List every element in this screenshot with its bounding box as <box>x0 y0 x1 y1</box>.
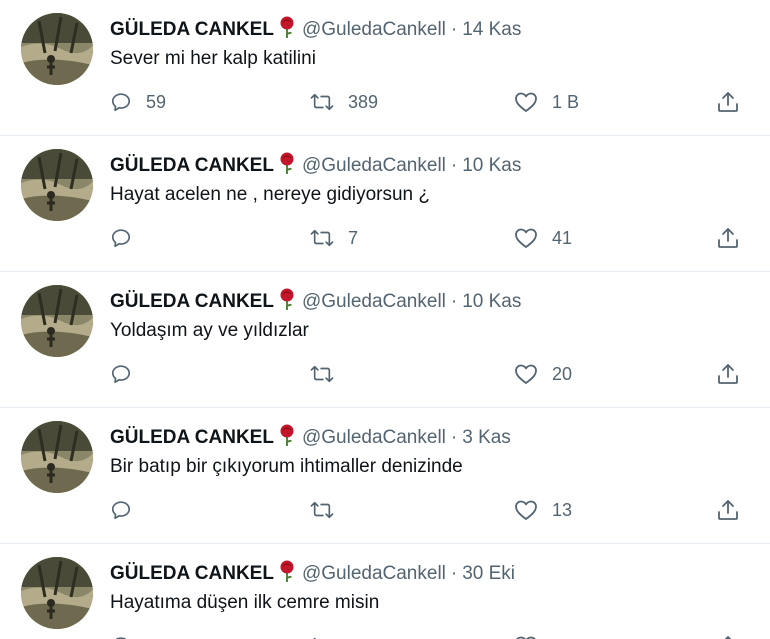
retweet-icon <box>310 499 334 521</box>
like-button[interactable]: 41 <box>514 224 572 252</box>
share-icon <box>716 362 740 386</box>
retweet-count: 7 <box>348 227 359 248</box>
like-button[interactable]: 20 <box>514 360 572 388</box>
heart-icon <box>514 635 538 639</box>
reply-icon <box>110 91 132 113</box>
timestamp[interactable]: 10 Kas <box>462 291 521 312</box>
reply-icon <box>110 363 132 385</box>
retweet-button[interactable]: 389 <box>310 88 378 116</box>
tweet[interactable]: GÜLEDA CANKEL @GuledaCankell · 30 Eki Hayat… <box>0 544 770 639</box>
tweet-actions: 13 <box>0 496 770 524</box>
tweet-header: GÜLEDA CANKEL @GuledaCankell · 10 Kas <box>110 288 521 316</box>
handle[interactable]: @GuledaCankell <box>302 155 446 176</box>
tweet[interactable]: GÜLEDA CANKEL @GuledaCankell · 10 Kas Yolda… <box>0 272 770 408</box>
heart-icon <box>514 363 538 385</box>
share-button[interactable] <box>716 88 740 116</box>
reply-button[interactable] <box>110 496 146 524</box>
like-count: 1 B <box>552 91 580 112</box>
handle[interactable]: @GuledaCankell <box>302 427 446 448</box>
rose-emoji-icon <box>278 16 296 44</box>
tweet-header: GÜLEDA CANKEL @GuledaCankell · 30 Eki <box>110 560 515 588</box>
separator: · <box>450 155 458 176</box>
like-count: 20 <box>552 363 573 384</box>
tweet-text: Hayatıma düşen ilk cemre misin <box>110 592 380 613</box>
tweet-feed: GÜLEDA CANKEL @GuledaCankell · 14 Kas Sever… <box>0 0 770 639</box>
reply-button[interactable] <box>110 360 146 388</box>
tweet-text: Hayat acelen ne , nereye gidiyorsun ¿ <box>110 184 431 205</box>
share-button[interactable] <box>716 360 740 388</box>
tweet-text: Sever mi her kalp katilini <box>110 48 316 69</box>
tweet[interactable]: GÜLEDA CANKEL @GuledaCankell · 14 Kas Sever… <box>0 0 770 136</box>
share-icon <box>716 90 740 114</box>
reply-button[interactable]: 59 <box>110 88 166 116</box>
share-button[interactable] <box>716 224 740 252</box>
retweet-button[interactable] <box>310 496 348 524</box>
reply-button[interactable] <box>110 632 132 639</box>
retweet-icon <box>310 635 334 639</box>
share-button[interactable] <box>716 496 740 524</box>
rose-emoji-icon <box>278 288 296 316</box>
like-button[interactable]: 13 <box>514 496 572 524</box>
avatar[interactable] <box>21 13 93 85</box>
share-icon <box>716 226 740 250</box>
share-icon <box>716 498 740 522</box>
tweet-text: Yoldaşım ay ve yıldızlar <box>110 320 309 341</box>
retweet-button[interactable] <box>310 360 348 388</box>
avatar[interactable] <box>21 285 93 357</box>
reply-icon <box>110 635 132 639</box>
tweet-actions <box>0 632 770 639</box>
tweet[interactable]: GÜLEDA CANKEL @GuledaCankell · 10 Kas Hayat… <box>0 136 770 272</box>
timestamp[interactable]: 14 Kas <box>462 19 521 40</box>
display-name[interactable]: GÜLEDA CANKEL <box>110 563 274 584</box>
tweet-text: Bir batıp bir çıkıyorum ihtimaller deniz… <box>110 456 463 477</box>
display-name[interactable]: GÜLEDA CANKEL <box>110 427 274 448</box>
avatar[interactable] <box>21 557 93 629</box>
like-button[interactable]: 1 B <box>514 88 579 116</box>
display-name[interactable]: GÜLEDA CANKEL <box>110 19 274 40</box>
like-count: 13 <box>552 499 573 520</box>
retweet-icon <box>310 227 334 249</box>
reply-icon <box>110 227 132 249</box>
avatar[interactable] <box>21 421 93 493</box>
rose-emoji-icon <box>278 560 296 588</box>
retweet-count: 389 <box>348 91 379 112</box>
tweet[interactable]: GÜLEDA CANKEL @GuledaCankell · 3 Kas Bir ba… <box>0 408 770 544</box>
heart-icon <box>514 227 538 249</box>
like-count: 41 <box>552 227 573 248</box>
separator: · <box>450 19 458 40</box>
tweet-header: GÜLEDA CANKEL @GuledaCankell · 14 Kas <box>110 16 521 44</box>
display-name[interactable]: GÜLEDA CANKEL <box>110 155 274 176</box>
tweet-actions: 59 389 1 B <box>0 88 770 116</box>
heart-icon <box>514 499 538 521</box>
share-icon <box>716 634 740 639</box>
heart-icon <box>514 91 538 113</box>
separator: · <box>450 427 458 448</box>
separator: · <box>450 563 458 584</box>
retweet-button[interactable] <box>310 632 334 639</box>
reply-count: 59 <box>146 91 167 112</box>
retweet-icon <box>310 363 334 385</box>
timestamp[interactable]: 10 Kas <box>462 155 521 176</box>
rose-emoji-icon <box>278 152 296 180</box>
timestamp[interactable]: 3 Kas <box>462 427 511 448</box>
tweet-header: GÜLEDA CANKEL @GuledaCankell · 10 Kas <box>110 152 521 180</box>
tweet-actions: 20 <box>0 360 770 388</box>
display-name[interactable]: GÜLEDA CANKEL <box>110 291 274 312</box>
separator: · <box>450 291 458 312</box>
reply-icon <box>110 499 132 521</box>
handle[interactable]: @GuledaCankell <box>302 19 446 40</box>
reply-button[interactable] <box>110 224 146 252</box>
retweet-button[interactable]: 7 <box>310 224 358 252</box>
handle[interactable]: @GuledaCankell <box>302 563 446 584</box>
tweet-actions: 7 41 <box>0 224 770 252</box>
retweet-icon <box>310 91 334 113</box>
tweet-header: GÜLEDA CANKEL @GuledaCankell · 3 Kas <box>110 424 511 452</box>
like-button[interactable] <box>514 632 538 639</box>
avatar[interactable] <box>21 149 93 221</box>
rose-emoji-icon <box>278 424 296 452</box>
share-button[interactable] <box>716 632 740 639</box>
handle[interactable]: @GuledaCankell <box>302 291 446 312</box>
timestamp[interactable]: 30 Eki <box>462 563 515 584</box>
